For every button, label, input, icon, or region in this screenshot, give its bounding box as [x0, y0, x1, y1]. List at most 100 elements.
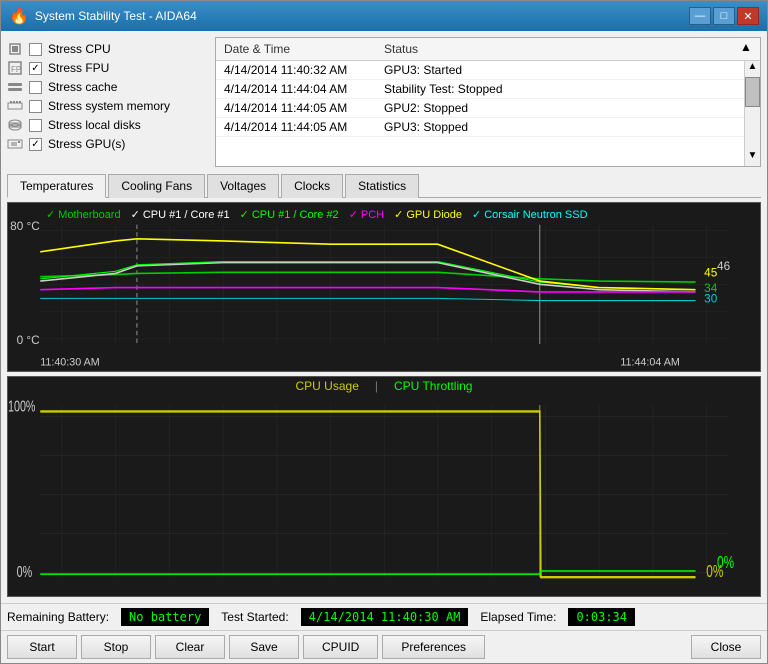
test-started-value: 4/14/2014 11:40:30 AM	[301, 608, 469, 626]
log-cell-time: 4/14/2014 11:44:05 AM	[220, 100, 380, 116]
log-col-status: Status	[380, 40, 422, 58]
main-window: 🔥 System Stability Test - AIDA64 — □ ✕ S…	[0, 0, 768, 664]
elapsed-value: 0:03:34	[568, 608, 635, 626]
cpu-icon	[7, 41, 23, 57]
status-bar: Remaining Battery: No battery Test Start…	[1, 603, 767, 630]
top-section: Stress CPU FP Stress FPU Stress cac	[7, 37, 761, 167]
stress-option-fpu[interactable]: FP Stress FPU	[7, 60, 207, 76]
stress-memory-checkbox[interactable]	[29, 100, 42, 113]
legend-corsair: ✓ Corsair Neutron SSD	[472, 208, 588, 221]
battery-label: Remaining Battery:	[7, 610, 109, 624]
log-row: 4/14/2014 11:44:05 AM GPU2: Stopped	[216, 99, 744, 118]
legend-cpu-core2: ✓ CPU #1 / Core #2	[240, 208, 339, 221]
close-button[interactable]: Close	[691, 635, 761, 659]
app-icon: 🔥	[9, 6, 29, 26]
stress-option-disks[interactable]: Stress local disks	[7, 117, 207, 133]
close-window-button[interactable]: ✕	[737, 7, 759, 25]
stress-options: Stress CPU FP Stress FPU Stress cac	[7, 37, 207, 167]
log-row: 4/14/2014 11:44:05 AM GPU3: Stopped	[216, 118, 744, 137]
stress-option-cpu[interactable]: Stress CPU	[7, 41, 207, 57]
title-bar: 🔥 System Stability Test - AIDA64 — □ ✕	[1, 1, 767, 31]
clear-button[interactable]: Clear	[155, 635, 225, 659]
svg-text:11:44:04 AM: 11:44:04 AM	[620, 357, 679, 369]
log-cell-time: 4/14/2014 11:44:05 AM	[220, 119, 380, 135]
svg-text:0%: 0%	[717, 554, 734, 573]
legend-cpu-core1: ✓ CPU #1 / Core #1	[131, 208, 230, 221]
maximize-button[interactable]: □	[713, 7, 735, 25]
log-cell-status: GPU3: Stopped	[380, 119, 472, 135]
title-bar-buttons: — □ ✕	[689, 7, 759, 25]
start-button[interactable]: Start	[7, 635, 77, 659]
window-title: System Stability Test - AIDA64	[35, 9, 197, 23]
graph-section: ✓ Motherboard ✓ CPU #1 / Core #1 ✓ CPU #…	[7, 202, 761, 597]
stress-disks-checkbox[interactable]	[29, 119, 42, 132]
legend-gpu-diode: ✓ GPU Diode	[394, 208, 462, 221]
log-scrollbar[interactable]: ▲ ▼	[744, 61, 760, 166]
legend-motherboard: ✓ Motherboard	[46, 208, 121, 221]
log-panel: Date & Time Status ▲ 4/14/2014 11:40:32 …	[215, 37, 761, 167]
log-header: Date & Time Status ▲	[216, 38, 760, 61]
elapsed-label: Elapsed Time:	[480, 610, 556, 624]
battery-value: No battery	[121, 608, 209, 626]
log-cell-status: GPU3: Started	[380, 62, 466, 78]
stress-fpu-checkbox[interactable]	[29, 62, 42, 75]
svg-text:46: 46	[717, 259, 731, 273]
scrollbar-thumb[interactable]	[745, 77, 760, 107]
stress-cache-checkbox[interactable]	[29, 81, 42, 94]
svg-text:FP: FP	[11, 65, 21, 74]
stress-disks-label: Stress local disks	[48, 118, 141, 132]
log-row: 4/14/2014 11:40:32 AM GPU3: Started	[216, 61, 744, 80]
svg-text:80 °C: 80 °C	[10, 219, 40, 233]
legend-cpu-usage: CPU Usage	[296, 379, 359, 393]
content-area: Stress CPU FP Stress FPU Stress cac	[1, 31, 767, 603]
svg-text:100%: 100%	[8, 397, 36, 414]
save-button[interactable]: Save	[229, 635, 299, 659]
temp-graph: ✓ Motherboard ✓ CPU #1 / Core #1 ✓ CPU #…	[7, 202, 761, 372]
tab-clocks[interactable]: Clocks	[281, 174, 343, 198]
stress-cpu-checkbox[interactable]	[29, 43, 42, 56]
log-row: 4/14/2014 11:44:04 AM Stability Test: St…	[216, 80, 744, 99]
log-scroll-up[interactable]: ▲	[740, 40, 756, 58]
preferences-button[interactable]: Preferences	[382, 635, 485, 659]
legend-cpu-throttling: CPU Throttling	[394, 379, 472, 393]
stress-option-memory[interactable]: Stress system memory	[7, 98, 207, 114]
fpu-icon: FP	[7, 60, 23, 76]
svg-text:45: 45	[704, 266, 718, 280]
log-cell-status: Stability Test: Stopped	[380, 81, 507, 97]
cache-icon	[7, 79, 23, 95]
temp-graph-svg: 80 °C 0 °C 11:40:30 AM 11:44:04 AM	[8, 203, 760, 371]
cpu-graph-svg: 100% 0% 0% 0%	[8, 377, 760, 596]
temp-graph-legend: ✓ Motherboard ✓ CPU #1 / Core #1 ✓ CPU #…	[38, 205, 756, 224]
scroll-up-arrow[interactable]: ▲	[745, 61, 760, 77]
log-col-time: Date & Time	[220, 40, 380, 58]
log-body[interactable]: 4/14/2014 11:40:32 AM GPU3: Started 4/14…	[216, 61, 744, 166]
cpu-graph-legend: CPU Usage | CPU Throttling	[296, 379, 473, 393]
stress-cache-label: Stress cache	[48, 80, 117, 94]
bottom-buttons: Start Stop Clear Save CPUID Preferences …	[1, 630, 767, 663]
memory-icon	[7, 98, 23, 114]
tab-temperatures[interactable]: Temperatures	[7, 174, 106, 198]
stress-memory-label: Stress system memory	[48, 99, 170, 113]
test-started-label: Test Started:	[221, 610, 288, 624]
stress-gpu-checkbox[interactable]	[29, 138, 42, 151]
tab-cooling-fans[interactable]: Cooling Fans	[108, 174, 205, 198]
cpuid-button[interactable]: CPUID	[303, 635, 378, 659]
stress-fpu-label: Stress FPU	[48, 61, 109, 75]
scroll-down-arrow[interactable]: ▼	[745, 150, 760, 166]
title-bar-left: 🔥 System Stability Test - AIDA64	[9, 6, 197, 26]
svg-text:0%: 0%	[17, 563, 33, 580]
log-cell-time: 4/14/2014 11:44:04 AM	[220, 81, 380, 97]
log-cell-time: 4/14/2014 11:40:32 AM	[220, 62, 380, 78]
stop-button[interactable]: Stop	[81, 635, 151, 659]
disk-icon	[7, 117, 23, 133]
tabs-section: Temperatures Cooling Fans Voltages Clock…	[7, 173, 761, 198]
stress-option-gpu[interactable]: Stress GPU(s)	[7, 136, 207, 152]
stress-cpu-label: Stress CPU	[48, 42, 111, 56]
svg-text:0 °C: 0 °C	[17, 333, 41, 347]
stress-option-cache[interactable]: Stress cache	[7, 79, 207, 95]
tab-statistics[interactable]: Statistics	[345, 174, 419, 198]
svg-text:30: 30	[704, 292, 718, 306]
minimize-button[interactable]: —	[689, 7, 711, 25]
legend-pch: ✓ PCH	[349, 208, 384, 221]
tab-voltages[interactable]: Voltages	[207, 174, 279, 198]
